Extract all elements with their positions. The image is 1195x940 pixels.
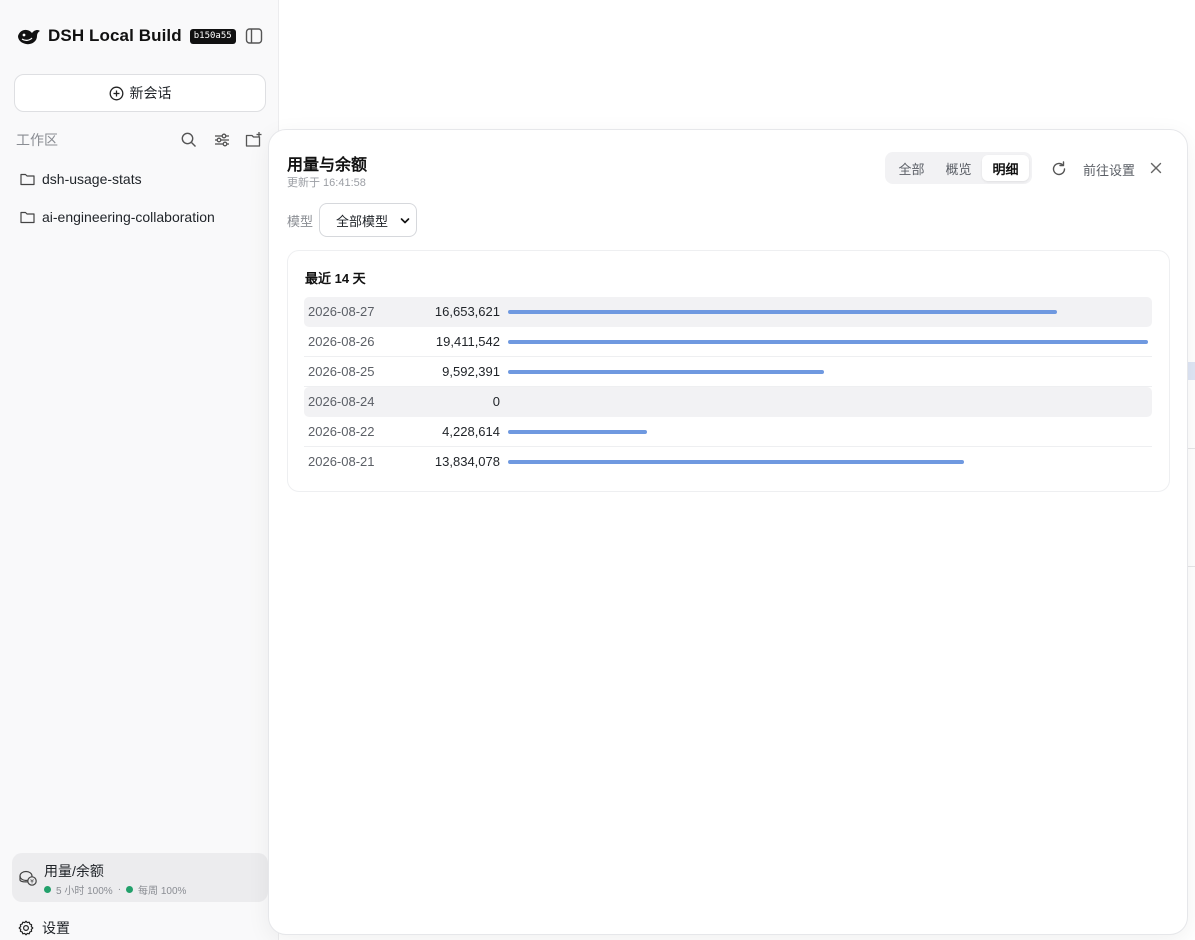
folder-icon — [20, 211, 35, 224]
usage-balance-card[interactable]: ¥ 用量/余额 5 小时 100% · 每周 100% — [12, 853, 268, 902]
plus-circle-icon — [109, 86, 123, 100]
usage-bar — [508, 340, 1148, 344]
workspace-header: 工作区 — [16, 130, 266, 150]
filter-sliders-icon[interactable] — [213, 131, 231, 149]
tab-all[interactable]: 全部 — [888, 155, 935, 181]
usage-value: 4,228,614 — [442, 424, 500, 439]
usage-bar-track — [508, 400, 1148, 404]
model-select-value: 全部模型 — [336, 213, 389, 229]
panel-title: 用量与余额 — [287, 157, 368, 174]
usage-bar — [508, 430, 648, 434]
usage-date: 2026-08-22 — [308, 424, 375, 439]
search-icon[interactable] — [180, 131, 198, 149]
status-dot-icon — [44, 886, 51, 893]
usage-bar — [508, 310, 1058, 314]
coins-icon: ¥ — [19, 870, 37, 886]
usage-bar-track — [508, 460, 1148, 464]
chevron-down-icon — [400, 218, 410, 224]
usage-row: 2026-08-22 4,228,614 — [304, 417, 1152, 447]
workspace-name: dsh-usage-stats — [42, 171, 142, 187]
settings-button[interactable]: 设置 — [18, 918, 70, 938]
background-divider — [1187, 448, 1195, 449]
gear-icon — [18, 920, 34, 936]
card-title: 最近 14 天 — [305, 271, 366, 286]
usage-date: 2026-08-26 — [308, 334, 375, 349]
usage-value: 13,834,078 — [434, 454, 500, 469]
sidebar-toggle-icon[interactable] — [245, 27, 263, 45]
sidebar: DSH Local Build b150a55 新会话 工作区 dsh-usag… — [0, 0, 279, 940]
usage-row: 2026-08-21 13,834,078 — [304, 447, 1152, 477]
settings-label: 设置 — [42, 920, 70, 936]
app-title: DSH Local Build — [48, 26, 182, 45]
refresh-icon[interactable] — [1050, 160, 1068, 178]
model-select[interactable]: 全部模型 — [319, 203, 417, 237]
usage-row: 2026-08-26 19,411,542 — [304, 327, 1152, 357]
background-content — [1187, 362, 1195, 380]
folder-icon — [20, 173, 35, 186]
usage-row: 2026-08-27 16,653,621 — [304, 297, 1152, 327]
tab-overview[interactable]: 概览 — [935, 155, 982, 181]
usage-value: 19,411,542 — [435, 334, 500, 349]
usage-date: 2026-08-27 — [308, 304, 375, 319]
workspace-item[interactable]: ai-engineering-collaboration — [20, 206, 215, 228]
usage-card-title: 用量/余额 — [44, 863, 104, 879]
tab-details[interactable]: 明细 — [982, 155, 1029, 181]
new-chat-label: 新会话 — [129, 85, 172, 101]
usage-row: 2026-08-25 9,592,391 — [304, 357, 1152, 387]
usage-date: 2026-08-25 — [308, 364, 375, 379]
usage-5h: 5 小时 100% — [56, 886, 113, 897]
usage-bar — [508, 370, 825, 374]
updated-timestamp: 更新于 16:41:58 — [287, 177, 366, 189]
usage-card-status: 5 小时 100% · 每周 100% — [44, 882, 186, 897]
usage-value: 9,592,391 — [442, 364, 500, 379]
usage-date: 2026-08-21 — [308, 454, 375, 469]
model-label: 模型 — [287, 214, 314, 229]
usage-bar-track — [508, 340, 1148, 344]
svg-text:¥: ¥ — [30, 879, 34, 886]
workspace-name: ai-engineering-collaboration — [42, 209, 215, 225]
build-badge: b150a55 — [189, 28, 236, 44]
usage-weekly: 每周 100% — [138, 886, 187, 897]
usage-separator: · — [117, 884, 122, 895]
usage-bar-track — [508, 370, 1148, 374]
daily-usage-card: 最近 14 天 2026-08-27 16,653,621 2026-08-26 19… — [287, 250, 1170, 492]
goto-settings-button[interactable]: 前往设置 — [1083, 160, 1135, 179]
whale-logo-icon — [18, 29, 40, 45]
usage-value: 16,653,621 — [434, 304, 500, 319]
usage-bar-track — [508, 430, 1148, 434]
usage-bar — [508, 460, 965, 464]
workspace-item[interactable]: dsh-usage-stats — [20, 168, 142, 190]
new-chat-button[interactable]: 新会话 — [14, 74, 266, 112]
new-folder-icon[interactable] — [245, 131, 263, 149]
background-divider — [1187, 566, 1195, 567]
brand: DSH Local Build b150a55 — [16, 24, 236, 48]
workspace-label: 工作区 — [16, 132, 58, 148]
usage-bar-track — [508, 310, 1148, 314]
status-dot-icon — [126, 886, 134, 893]
usage-row: 2026-08-24 0 — [304, 387, 1152, 417]
close-icon[interactable] — [1149, 161, 1163, 175]
usage-panel: 用量与余额 更新于 16:41:58 全部 概览 明细 前往设置 模型 全部模型… — [268, 129, 1188, 935]
view-tabs: 全部 概览 明细 — [885, 152, 1032, 184]
usage-date: 2026-08-24 — [308, 394, 375, 409]
usage-value: 0 — [492, 394, 500, 409]
